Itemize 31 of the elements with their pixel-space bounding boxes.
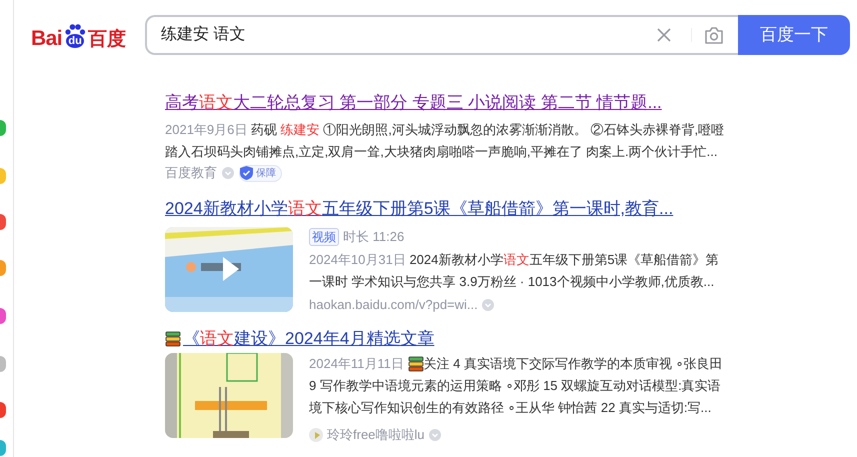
- app-icon[interactable]: [0, 120, 6, 136]
- result-snippet: 9 写作教学中语境元素的运用策略 ∘邓彤 15 双螺旋互动对话模型:真实语: [309, 377, 722, 395]
- result-snippet: 一课时 学术知识与您共享 3.9万粉丝 · 1013个视频中小学教师,优质教...: [309, 273, 716, 291]
- app-icon[interactable]: [0, 356, 6, 372]
- result-snippet: 2024年10月31日 2024新教材小学语文五年级下册第5课《草船借箭》第: [309, 251, 719, 269]
- baidu-logo[interactable]: Bai du 百度: [31, 23, 148, 49]
- logo-text: Bai: [31, 28, 62, 49]
- video-tag: 视频: [309, 228, 339, 246]
- avatar-icon: [309, 428, 323, 442]
- clear-icon[interactable]: [657, 28, 671, 42]
- info-icon[interactable]: [482, 299, 494, 311]
- source-name: 百度教育: [165, 164, 217, 182]
- search-field[interactable]: 练建安 语文: [145, 15, 738, 55]
- result-snippet: 境下核心写作知识创生的有效路径 ∘王从华 钟怡茜 22 真实与适切:写...: [309, 399, 712, 417]
- video-duration: 时长 11:26: [343, 228, 404, 246]
- app-icon[interactable]: [0, 260, 6, 276]
- camera-icon[interactable]: [704, 26, 724, 44]
- result-snippet: 踏入石坝码头肉铺摊点,立定,双肩一耸,大块猪肉扇啪嗒一声脆响,平摊在了 肉案上.两个伙计手忙...: [165, 143, 719, 161]
- app-icon[interactable]: [0, 168, 6, 184]
- logo-text: 百度: [88, 30, 126, 49]
- books-icon: [408, 356, 424, 372]
- result-snippet: 2024年11月11日 关注 4 真实语境下交际写作教学的本质审视 ∘张良田: [309, 355, 723, 374]
- books-icon: [165, 331, 181, 347]
- info-icon[interactable]: [222, 167, 234, 179]
- app-icon[interactable]: [0, 214, 6, 230]
- app-icon[interactable]: [0, 308, 6, 324]
- info-icon[interactable]: [428, 429, 441, 441]
- app-icon[interactable]: [0, 440, 6, 456]
- search-button[interactable]: 百度一下: [738, 15, 850, 55]
- app-icon[interactable]: [0, 402, 6, 418]
- result-snippet: 2021年9月6日 药砚 练建安 ①阳光朗照,河头城浮动飘忽的浓雾渐渐消散。 ②石钵头赤裸脊背,噔噔: [165, 121, 726, 139]
